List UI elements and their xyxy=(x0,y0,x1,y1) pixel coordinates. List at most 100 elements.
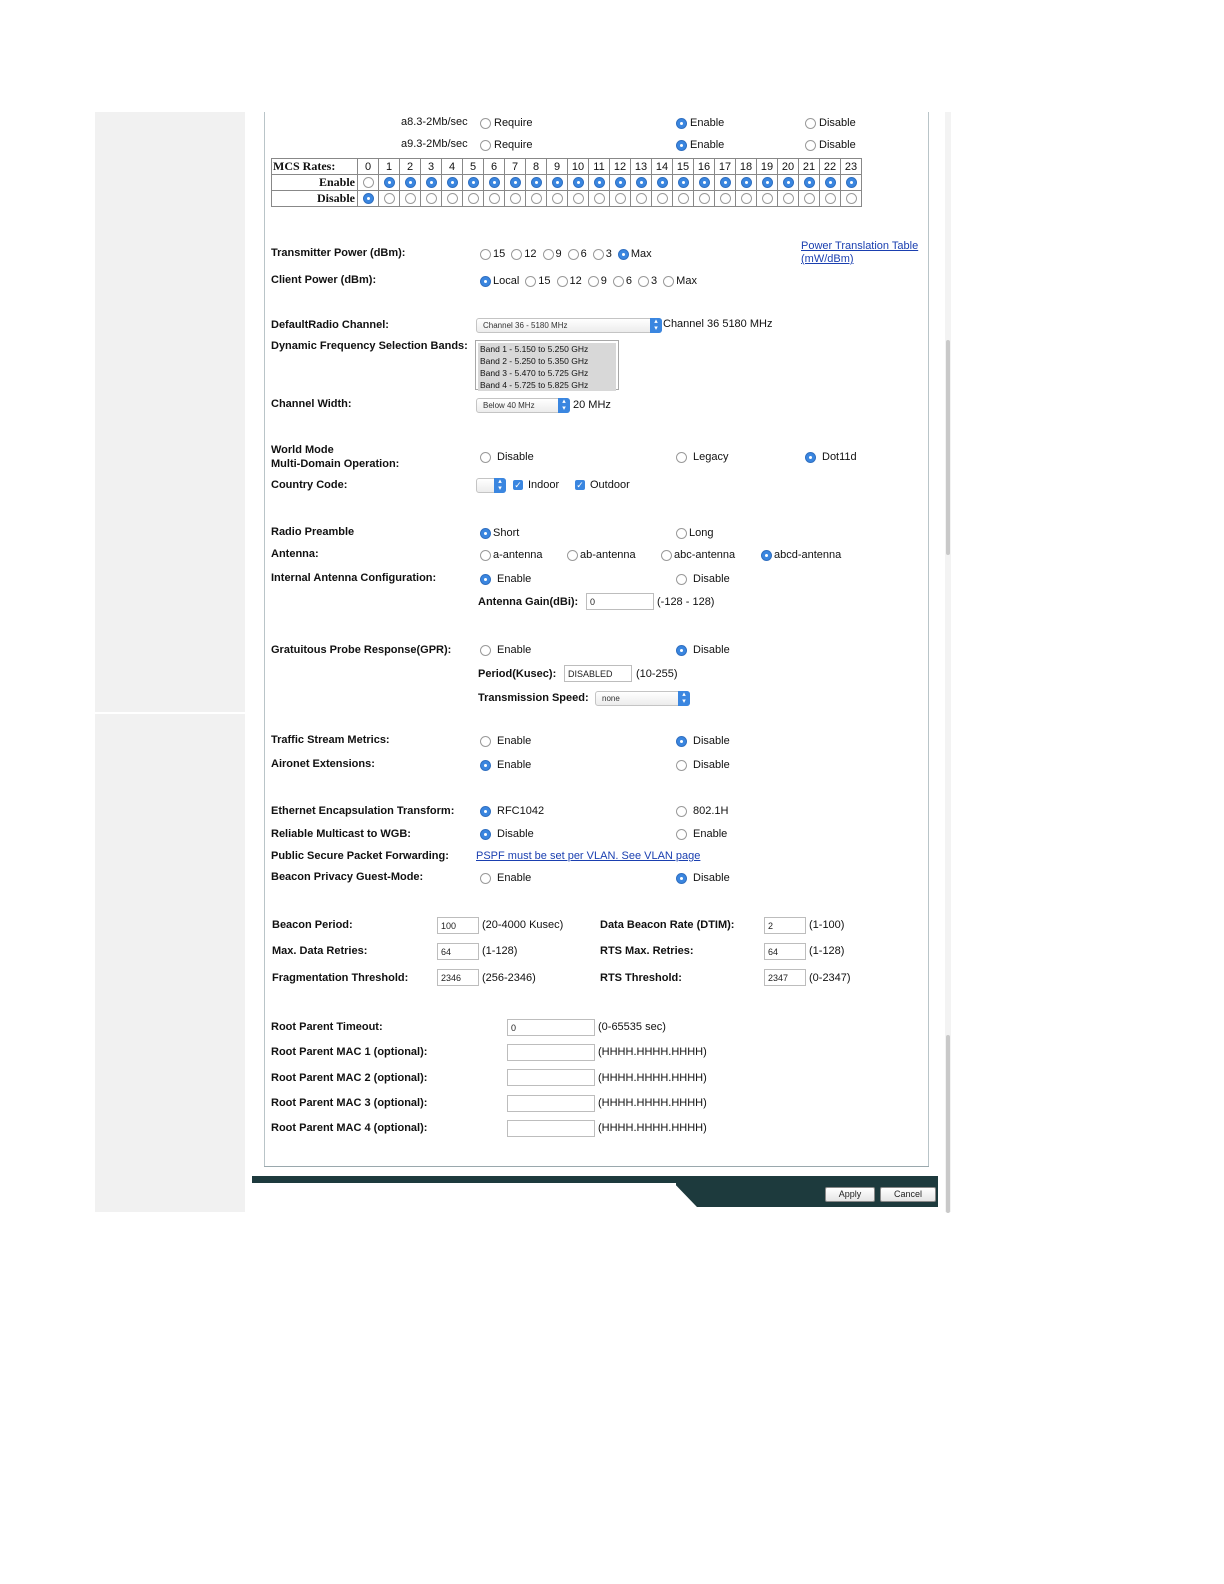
dfs-band-item[interactable]: Band 1 - 5.150 to 5.250 GHz xyxy=(478,343,616,355)
radio-icon[interactable] xyxy=(488,193,500,205)
radio-selected-icon[interactable] xyxy=(782,177,794,189)
mcs-disable-1[interactable] xyxy=(378,190,400,207)
root-parent-timeout-input[interactable]: 0 xyxy=(507,1019,595,1036)
mcs-disable-19[interactable] xyxy=(756,190,778,207)
mcs-enable-10[interactable] xyxy=(567,174,589,191)
mcs-enable-3[interactable] xyxy=(420,174,442,191)
channel-width-select[interactable]: Below 40 MHz ▴ ▾ xyxy=(476,398,570,413)
radio-selected-icon[interactable] xyxy=(480,527,491,539)
radio-icon[interactable] xyxy=(525,275,537,287)
radio-icon[interactable] xyxy=(567,549,578,561)
radio-selected-icon[interactable] xyxy=(635,177,647,189)
dfs-band-item[interactable]: Band 2 - 5.250 to 5.350 GHz xyxy=(478,355,616,367)
radio-icon[interactable] xyxy=(480,872,491,884)
mcs-enable-17[interactable] xyxy=(714,174,736,191)
checkbox-checked-icon[interactable]: ✓ xyxy=(575,480,585,490)
radio-icon[interactable] xyxy=(425,193,437,205)
radio-icon[interactable] xyxy=(362,177,374,189)
mcs-enable-1[interactable] xyxy=(378,174,400,191)
radio-icon[interactable] xyxy=(592,248,604,260)
radio-icon[interactable] xyxy=(824,193,836,205)
radio-selected-icon[interactable] xyxy=(551,177,563,189)
mcs-enable-11[interactable] xyxy=(588,174,610,191)
ethernet-rfc1042[interactable]: RFC1042 xyxy=(480,805,544,817)
beacon-privacy-enable[interactable]: Enable xyxy=(480,872,531,884)
checkbox-checked-icon[interactable]: ✓ xyxy=(513,480,523,490)
radio-icon[interactable] xyxy=(467,193,479,205)
radio-icon[interactable] xyxy=(761,193,773,205)
radio-icon[interactable] xyxy=(567,248,579,260)
mcs-disable-7[interactable] xyxy=(504,190,526,207)
reliable-multicast-disable[interactable]: Disable xyxy=(480,828,534,840)
mcs-enable-8[interactable] xyxy=(525,174,547,191)
beacon-privacy-disable[interactable]: Disable xyxy=(676,872,730,884)
radio-icon[interactable] xyxy=(698,193,710,205)
mcs-disable-3[interactable] xyxy=(420,190,442,207)
radio-icon[interactable] xyxy=(572,193,584,205)
rate-a8-disable[interactable]: Disable xyxy=(805,117,856,129)
radio-icon[interactable] xyxy=(612,275,624,287)
radio-selected-icon[interactable] xyxy=(824,177,836,189)
rts-threshold-input[interactable]: 2347 xyxy=(764,969,806,986)
mcs-enable-16[interactable] xyxy=(693,174,715,191)
radio-selected-icon[interactable] xyxy=(656,177,668,189)
mcs-enable-22[interactable] xyxy=(819,174,841,191)
radio-selected-icon[interactable] xyxy=(404,177,416,189)
radio-selected-icon[interactable] xyxy=(803,177,815,189)
rate-a9-enable[interactable]: Enable xyxy=(676,139,724,151)
fragmentation-input[interactable]: 2346 xyxy=(437,969,479,986)
radio-icon[interactable] xyxy=(480,735,491,747)
radio-selected-icon[interactable] xyxy=(488,177,500,189)
radio-icon[interactable] xyxy=(740,193,752,205)
radio-icon[interactable] xyxy=(663,275,675,287)
radio-selected-icon[interactable] xyxy=(761,549,772,561)
radio-icon[interactable] xyxy=(782,193,794,205)
radio-icon[interactable] xyxy=(719,193,731,205)
mcs-disable-2[interactable] xyxy=(399,190,421,207)
mcs-enable-18[interactable] xyxy=(735,174,757,191)
radio-icon[interactable] xyxy=(556,275,568,287)
mcs-disable-4[interactable] xyxy=(441,190,463,207)
radio-selected-icon[interactable] xyxy=(676,644,687,656)
radio-selected-icon[interactable] xyxy=(572,177,584,189)
radio-icon[interactable] xyxy=(530,193,542,205)
radio-icon[interactable] xyxy=(446,193,458,205)
mcs-enable-20[interactable] xyxy=(777,174,799,191)
dfs-band-item[interactable]: Band 4 - 5.725 to 5.825 GHz xyxy=(478,379,616,391)
preamble-long[interactable]: Long xyxy=(676,527,713,539)
radio-selected-icon[interactable] xyxy=(425,177,437,189)
mcs-disable-13[interactable] xyxy=(630,190,652,207)
radio-icon[interactable] xyxy=(480,139,491,151)
indoor-checkbox[interactable]: ✓ Indoor xyxy=(513,479,559,491)
transmission-speed-select[interactable]: none ▴ ▾ xyxy=(595,691,690,706)
radio-icon[interactable] xyxy=(587,275,599,287)
antenna-a[interactable]: a-antenna xyxy=(480,549,543,561)
mcs-enable-6[interactable] xyxy=(483,174,505,191)
gpr-enable[interactable]: Enable xyxy=(480,644,531,656)
radio-icon[interactable] xyxy=(404,193,416,205)
scrollbar-thumb[interactable] xyxy=(946,340,950,555)
mcs-enable-2[interactable] xyxy=(399,174,421,191)
radio-selected-icon[interactable] xyxy=(698,177,710,189)
antenna-gain-input[interactable]: 0 xyxy=(586,593,654,610)
dfs-band-item[interactable]: Band 3 - 5.470 to 5.725 GHz xyxy=(478,367,616,379)
radio-selected-icon[interactable] xyxy=(761,177,773,189)
radio-icon[interactable] xyxy=(845,193,857,205)
radio-selected-icon[interactable] xyxy=(467,177,479,189)
mcs-disable-8[interactable] xyxy=(525,190,547,207)
radio-icon[interactable] xyxy=(511,248,523,260)
root-parent-mac3-input[interactable] xyxy=(507,1095,595,1112)
default-channel-select[interactable]: Channel 36 - 5180 MHz ▴ ▾ xyxy=(476,318,662,333)
radio-icon[interactable] xyxy=(676,828,687,840)
radio-selected-icon[interactable] xyxy=(446,177,458,189)
radio-selected-icon[interactable] xyxy=(480,828,491,840)
radio-selected-icon[interactable] xyxy=(719,177,731,189)
radio-icon[interactable] xyxy=(676,573,687,585)
root-parent-mac2-input[interactable] xyxy=(507,1069,595,1086)
radio-icon[interactable] xyxy=(383,193,395,205)
rate-a8-enable[interactable]: Enable xyxy=(676,117,724,129)
radio-selected-icon[interactable] xyxy=(480,573,491,585)
mcs-disable-16[interactable] xyxy=(693,190,715,207)
mcs-disable-20[interactable] xyxy=(777,190,799,207)
radio-icon[interactable] xyxy=(614,193,626,205)
